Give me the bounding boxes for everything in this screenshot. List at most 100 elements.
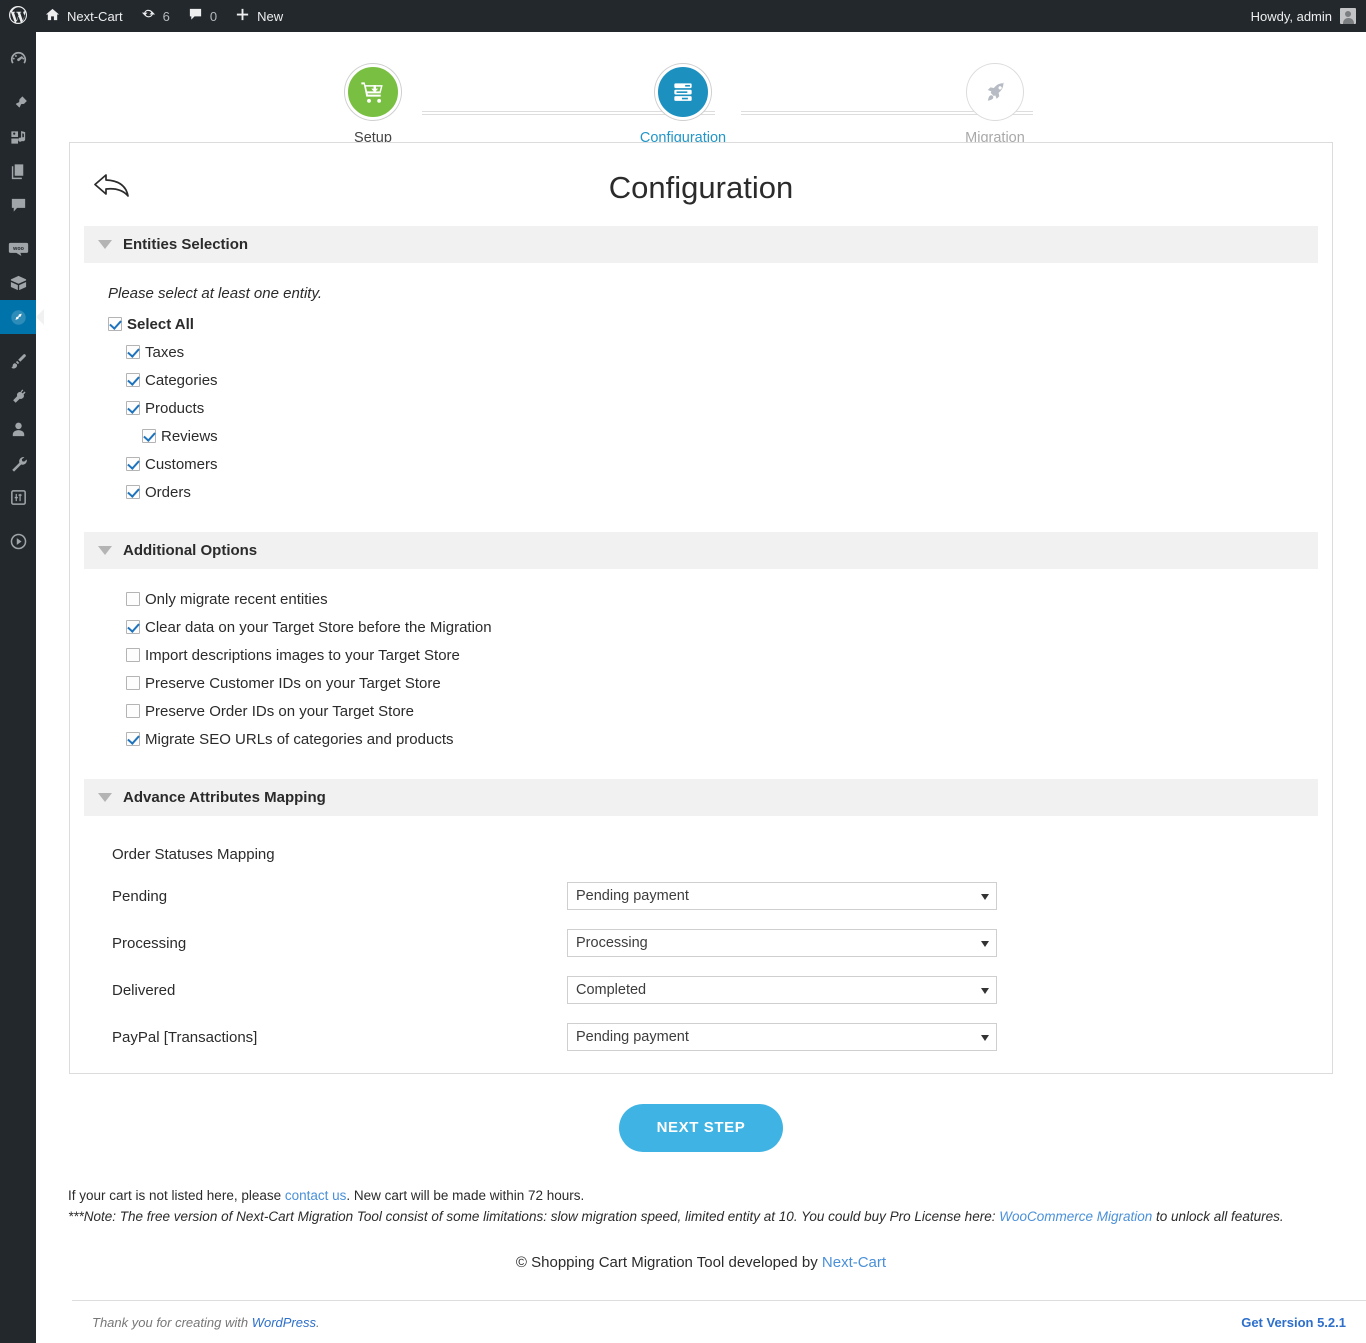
checkbox-row-orders[interactable]: Orders [126, 478, 1318, 506]
checkbox-label-taxes: Taxes [145, 343, 185, 361]
checkbox-row-categories[interactable]: Categories [126, 366, 1318, 394]
wp-admin-bar: Next-Cart 6 0 New Howdy, admin [0, 0, 1366, 32]
home-icon [45, 7, 60, 25]
woocommerce-migration-link[interactable]: WooCommerce Migration [999, 1209, 1152, 1224]
checkbox-row-clear-data[interactable]: Clear data on your Target Store before t… [126, 613, 1318, 641]
checkbox-label-migrate-seo-urls: Migrate SEO URLs of categories and produ… [145, 730, 454, 748]
mapping-row-pending: Pending Pending payment [84, 882, 1318, 910]
content-area: Setup Configuration Migration Configurat… [36, 32, 1366, 1343]
chevron-down-icon [981, 941, 989, 947]
collapse-triangle-icon [98, 546, 112, 555]
checkbox-row-preserve-order-ids[interactable]: Preserve Order IDs on your Target Store [126, 697, 1318, 725]
mapping-label-pending: Pending [112, 887, 168, 905]
checkbox-row-migrate-seo-urls[interactable]: Migrate SEO URLs of categories and produ… [126, 725, 1318, 753]
mapping-row-paypal-transactions: PayPal [Transactions] Pending payment [84, 1023, 1318, 1051]
next-step-button[interactable]: NEXT STEP [618, 1104, 784, 1152]
checkbox-row-taxes[interactable]: Taxes [126, 338, 1318, 366]
checkbox-taxes[interactable] [126, 345, 140, 359]
next-step-container: NEXT STEP [36, 1104, 1366, 1152]
sidebar-divider-2 [0, 222, 36, 232]
checkbox-row-customers[interactable]: Customers [126, 450, 1318, 478]
checkbox-row-select-all[interactable]: Select All [108, 310, 1318, 338]
sidebar-item-tools[interactable] [0, 446, 36, 480]
note-cart-not-listed-text-b: . New cart will be made within 72 hours. [346, 1188, 585, 1203]
updates-menu[interactable]: 6 [132, 0, 179, 32]
account-menu[interactable]: Howdy, admin [1251, 8, 1366, 24]
checkbox-migrate-seo-urls[interactable] [126, 732, 140, 746]
checkbox-only-migrate-recent[interactable] [126, 592, 140, 606]
settings-icon [9, 488, 28, 507]
section-header-advance-attributes-mapping[interactable]: Advance Attributes Mapping [84, 779, 1318, 816]
checkbox-row-preserve-customer-ids[interactable]: Preserve Customer IDs on your Target Sto… [126, 669, 1318, 697]
mapping-row-processing: Processing Processing [84, 929, 1318, 957]
sidebar-item-settings[interactable] [0, 480, 36, 514]
sidebar-item-pages[interactable] [0, 154, 36, 188]
mapping-select-delivered[interactable]: Completed [567, 976, 997, 1004]
site-name-label: Next-Cart [67, 8, 123, 24]
section-header-additional-options[interactable]: Additional Options [84, 532, 1318, 569]
sidebar-item-appearance[interactable] [0, 344, 36, 378]
checkbox-row-products[interactable]: Products [126, 394, 1318, 422]
sidebar-item-dashboard[interactable] [0, 42, 36, 76]
checkbox-preserve-order-ids[interactable] [126, 704, 140, 718]
checkbox-customers[interactable] [126, 457, 140, 471]
checkbox-row-import-description-images[interactable]: Import descriptions images to your Targe… [126, 641, 1318, 669]
contact-us-link[interactable]: contact us [285, 1188, 347, 1203]
mapping-select-pending[interactable]: Pending payment [567, 882, 997, 910]
checkbox-products[interactable] [126, 401, 140, 415]
step-migration[interactable]: Migration [930, 64, 1060, 146]
next-cart-link[interactable]: Next-Cart [822, 1254, 886, 1271]
checkbox-import-description-images[interactable] [126, 648, 140, 662]
sidebar-item-comments[interactable] [0, 188, 36, 222]
new-content-menu[interactable]: New [226, 0, 292, 32]
avatar [1340, 8, 1356, 24]
checkbox-label-preserve-customer-ids: Preserve Customer IDs on your Target Sto… [145, 674, 441, 692]
checkbox-preserve-customer-ids[interactable] [126, 676, 140, 690]
wp-version-link[interactable]: Get Version 5.2.1 [1241, 1315, 1346, 1330]
checkbox-orders[interactable] [126, 485, 140, 499]
sidebar-item-collapse-menu[interactable] [0, 524, 36, 558]
dashboard-icon [9, 50, 28, 69]
checkbox-reviews[interactable] [142, 429, 156, 443]
checkbox-label-preserve-order-ids: Preserve Order IDs on your Target Store [145, 702, 415, 720]
sidebar-item-woocommerce[interactable]: woo [0, 232, 36, 266]
cart-download-icon [360, 79, 387, 106]
step-setup[interactable]: Setup [308, 64, 438, 146]
migration-icon [9, 308, 28, 327]
wp-footer: Thank you for creating with WordPress. G… [72, 1300, 1366, 1343]
sidebar-spacer-top [0, 32, 36, 42]
wordpress-link[interactable]: WordPress [252, 1315, 316, 1330]
mapping-row-delivered: Delivered Completed [84, 976, 1318, 1004]
rocket-icon [983, 80, 1008, 105]
sidebar-item-posts[interactable] [0, 86, 36, 120]
checkbox-label-reviews: Reviews [161, 427, 218, 445]
chevron-down-icon [981, 894, 989, 900]
wordpress-logo-menu[interactable] [0, 0, 36, 32]
mapping-value-paypal-transactions: Pending payment [576, 1029, 689, 1045]
chevron-down-icon [981, 1035, 989, 1041]
sidebar-item-users[interactable] [0, 412, 36, 446]
sidebar-item-media[interactable] [0, 120, 36, 154]
step-configuration[interactable]: Configuration [618, 64, 748, 146]
mapping-select-paypal-transactions[interactable]: Pending payment [567, 1023, 997, 1051]
sidebar-item-plugins[interactable] [0, 378, 36, 412]
checkbox-row-reviews[interactable]: Reviews [142, 422, 1318, 450]
site-name-menu[interactable]: Next-Cart [36, 0, 132, 32]
mapping-label-paypal-transactions: PayPal [Transactions] [112, 1028, 258, 1046]
checkbox-select-all[interactable] [108, 317, 122, 331]
checkbox-clear-data[interactable] [126, 620, 140, 634]
section-header-entities-selection[interactable]: Entities Selection [84, 226, 1318, 263]
mapping-select-processing[interactable]: Processing [567, 929, 997, 957]
sidebar-divider-3 [0, 334, 36, 344]
sidebar-item-products[interactable] [0, 266, 36, 300]
comment-bubble-icon [188, 7, 203, 25]
user-icon [9, 420, 28, 439]
brush-icon [9, 352, 28, 371]
back-arrow-icon[interactable] [92, 165, 136, 205]
sidebar-item-cart-migration[interactable] [0, 300, 44, 334]
checkbox-categories[interactable] [126, 373, 140, 387]
sidebar-divider-4 [0, 514, 36, 524]
checkbox-row-only-migrate-recent[interactable]: Only migrate recent entities [126, 585, 1318, 613]
play-icon [9, 532, 28, 551]
comments-menu[interactable]: 0 [179, 0, 226, 32]
